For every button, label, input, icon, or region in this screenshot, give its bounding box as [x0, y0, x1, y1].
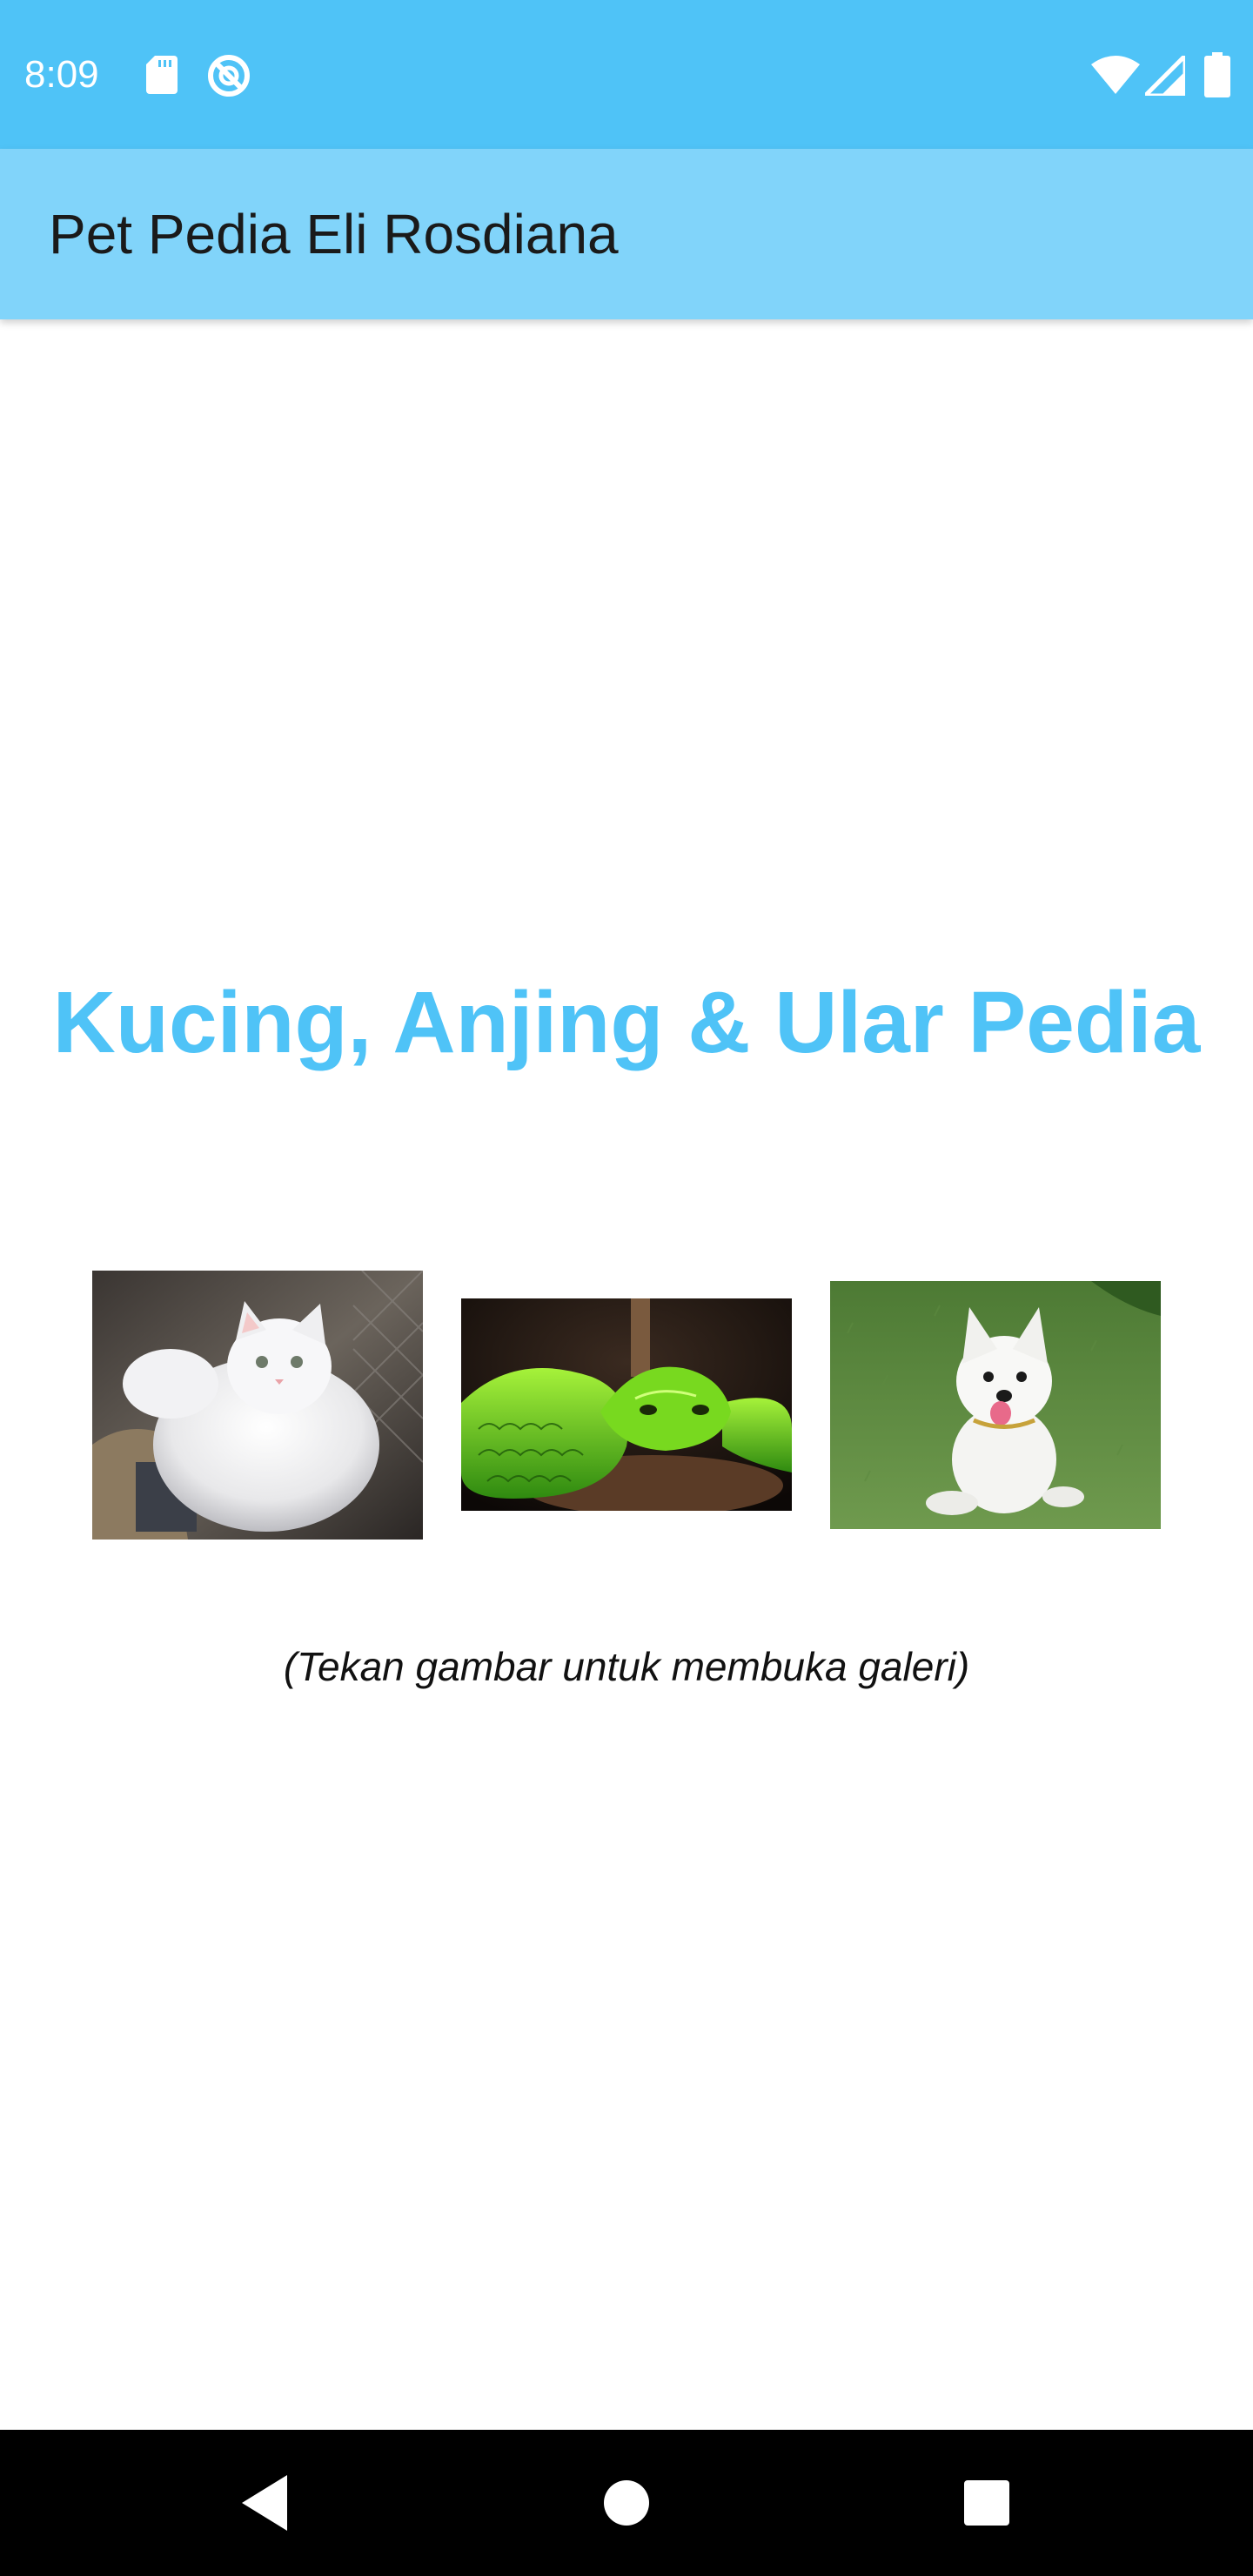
status-bar: 8:09 — [0, 0, 1253, 149]
battery-icon — [1204, 52, 1230, 97]
dog-image-button[interactable] — [830, 1281, 1161, 1529]
home-button[interactable] — [593, 2470, 660, 2536]
screen: 8:09 Pet Pedia Eli Rosdiana Kucing, Anji… — [0, 0, 1253, 2576]
recents-icon — [964, 2480, 1009, 2526]
dog-photo-icon — [830, 1281, 1161, 1529]
cat-photo-icon — [92, 1271, 423, 1540]
sync-disabled-icon — [208, 55, 250, 97]
back-button[interactable] — [237, 2470, 303, 2536]
cell-signal-icon — [1145, 56, 1185, 96]
sd-card-icon — [146, 56, 178, 94]
gallery-hint: (Tekan gambar untuk membuka galeri) — [283, 1644, 970, 1689]
page-headline: Kucing, Anjing & Ular Pedia — [52, 974, 1201, 1071]
recents-button[interactable] — [954, 2470, 1020, 2536]
navigation-bar — [0, 2430, 1253, 2576]
app-title: Pet Pedia Eli Rosdiana — [49, 203, 619, 265]
back-icon — [242, 2475, 287, 2531]
cat-image-button[interactable] — [92, 1271, 423, 1540]
status-time: 8:09 — [24, 53, 99, 96]
snake-image-button[interactable] — [461, 1298, 792, 1511]
home-icon — [604, 2480, 649, 2526]
snake-photo-icon — [461, 1298, 792, 1511]
wifi-icon — [1091, 56, 1140, 94]
app-bar: Pet Pedia Eli Rosdiana — [0, 149, 1253, 319]
